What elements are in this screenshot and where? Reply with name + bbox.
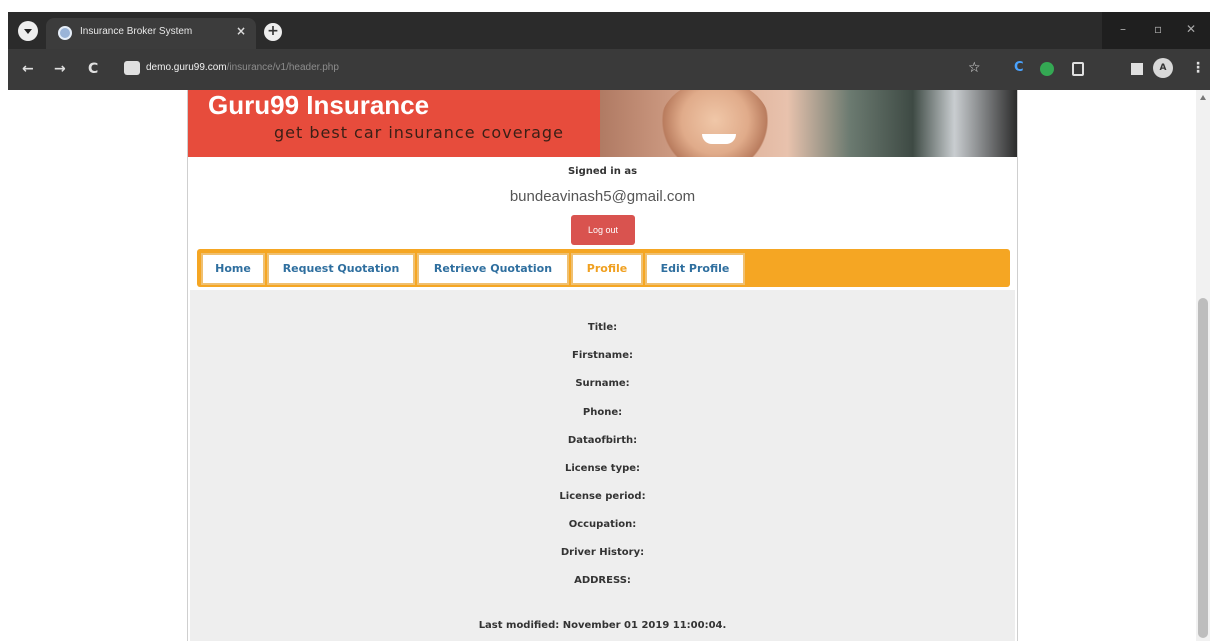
brand-title: Guru99 Insurance: [208, 90, 430, 120]
globe-icon: [58, 26, 72, 40]
tab-search-icon[interactable]: [18, 21, 38, 41]
field-label: Surname:: [575, 378, 630, 389]
extensions-puzzle-icon[interactable]: [1072, 62, 1084, 76]
main-nav: Home Request Quotation Retrieve Quotatio…: [197, 249, 1010, 287]
tab-home[interactable]: Home: [201, 253, 265, 285]
close-window-icon[interactable]: ✕: [1186, 22, 1196, 36]
close-tab-icon[interactable]: ×: [236, 24, 246, 38]
browser-tab[interactable]: Insurance Broker System ×: [46, 18, 256, 49]
page-scrollbar[interactable]: [1196, 90, 1210, 641]
tab-edit-profile[interactable]: Edit Profile: [645, 253, 745, 285]
scroll-thumb[interactable]: [1198, 298, 1208, 638]
field-label: License period:: [559, 491, 646, 502]
header-banner: Guru99 Insurance get best car insurance …: [188, 90, 1017, 157]
address-bar[interactable]: demo.guru99.com/insurance/v1/header.php: [146, 62, 339, 73]
field-label: Phone:: [582, 407, 623, 418]
side-panel-icon[interactable]: [1131, 63, 1143, 75]
browser-toolbar: ← → C demo.guru99.com/insurance/v1/heade…: [8, 49, 1210, 90]
maximize-icon[interactable]: ▫: [1154, 22, 1162, 36]
banner-photo: [600, 90, 1017, 157]
url-path: /insurance/v1/header.php: [226, 62, 339, 73]
field-label: Driver History:: [560, 547, 645, 558]
tab-title: Insurance Broker System: [80, 26, 193, 37]
field-label: ADDRESS:: [574, 575, 631, 586]
new-tab-icon[interactable]: +: [264, 23, 282, 41]
banner-smile-image: [702, 134, 736, 144]
logout-button[interactable]: Log out: [571, 215, 635, 245]
user-email: bundeavinash5@gmail.com: [509, 188, 696, 205]
field-label: Dataofbirth:: [567, 435, 638, 446]
page-viewport: Guru99 Insurance get best car insurance …: [0, 90, 1210, 641]
reload-icon[interactable]: C: [88, 61, 98, 77]
field-label: License type:: [564, 463, 641, 474]
window-controls: – ▫ ✕: [1102, 12, 1210, 49]
extension-c-icon[interactable]: C: [1014, 60, 1024, 75]
bookmark-star-icon[interactable]: ☆: [968, 60, 981, 76]
banner-face-image: [660, 90, 770, 157]
forward-icon[interactable]: →: [54, 61, 66, 77]
field-label: Firstname:: [572, 350, 633, 361]
signed-in-label: Signed in as: [567, 166, 638, 177]
extension-green-icon[interactable]: [1040, 62, 1054, 76]
tab-request-quotation[interactable]: Request Quotation: [267, 253, 415, 285]
last-modified-text: Last modified: November 01 2019 11:00:04…: [478, 620, 727, 631]
tab-profile[interactable]: Profile: [571, 253, 643, 285]
field-label: Title:: [587, 322, 618, 333]
window-top-strip: [0, 0, 1210, 12]
site-info-icon[interactable]: [124, 61, 140, 75]
url-host: demo.guru99.com: [146, 62, 227, 73]
back-icon[interactable]: ←: [22, 61, 34, 77]
field-label: Occupation:: [568, 519, 637, 530]
profile-avatar[interactable]: A: [1153, 58, 1173, 78]
minimize-icon[interactable]: –: [1120, 22, 1126, 36]
tab-retrieve-quotation[interactable]: Retrieve Quotation: [417, 253, 569, 285]
tab-bar: Insurance Broker System × + – ▫ ✕: [8, 12, 1210, 49]
brand-tagline: get best car insurance coverage: [274, 123, 564, 142]
scroll-up-arrow-icon[interactable]: [1200, 95, 1206, 100]
page-container: Guru99 Insurance get best car insurance …: [187, 90, 1018, 641]
browser-menu-icon[interactable]: ⋮: [1191, 60, 1205, 76]
profile-panel: Title: Firstname: Surname: Phone: Dataof…: [190, 290, 1015, 641]
